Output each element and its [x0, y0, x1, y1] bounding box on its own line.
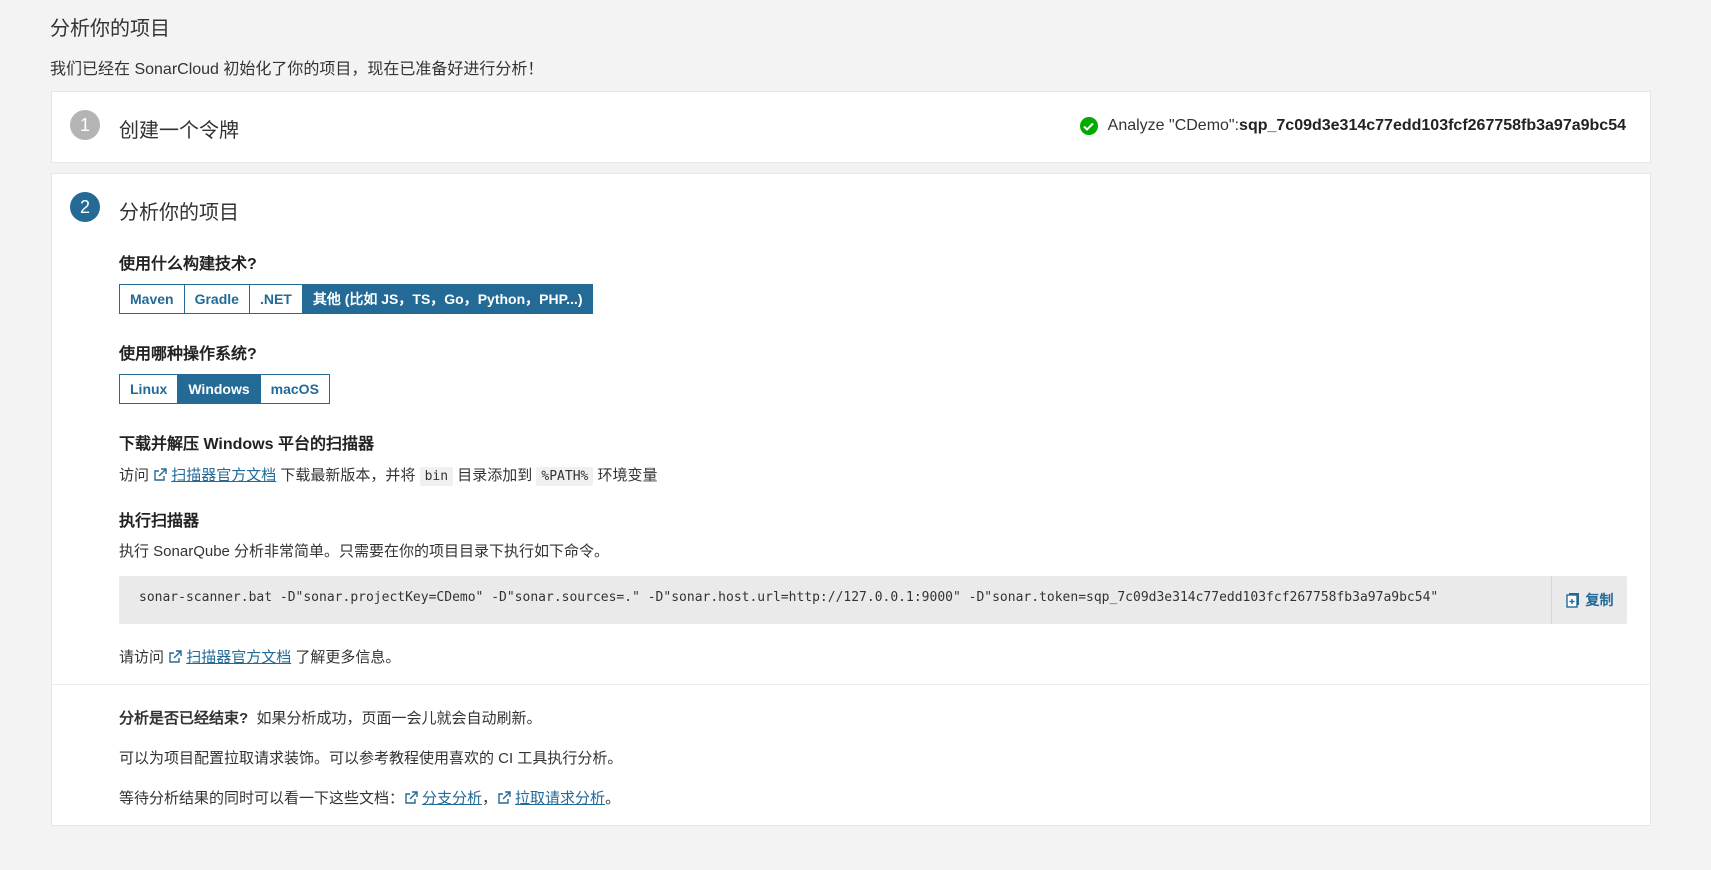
scanner-docs-link-2[interactable]: 扫描器官方文档 — [168, 649, 291, 666]
token-label: Analyze "CDemo": — [1107, 117, 1240, 134]
more-suffix: 了解更多信息。 — [295, 649, 401, 666]
os-toggle: Linux Windows macOS — [119, 374, 330, 404]
os-option-macos[interactable]: macOS — [259, 374, 330, 404]
step-1-title: 创建一个令牌 — [119, 120, 239, 142]
docs-separator: ， — [482, 790, 498, 807]
docs-line: 等待分析结果的同时可以看一下这些文档： 分支分析， 拉取请求分析。 — [119, 787, 620, 808]
check-circle-icon — [1079, 117, 1098, 135]
execute-title: 执行扫描器 — [119, 513, 200, 530]
step-2-number: 2 — [70, 192, 100, 222]
page-description: 我们已经在 SonarCloud 初始化了你的项目，现在已准备好进行分析！ — [50, 61, 544, 78]
more-info-line: 请访问 扫描器官方文档 了解更多信息。 — [119, 646, 400, 667]
page-header: 分析你的项目 我们已经在 SonarCloud 初始化了你的项目，现在已准备好进… — [50, 12, 543, 79]
external-link-icon — [169, 650, 182, 663]
os-option-linux[interactable]: Linux — [119, 374, 179, 404]
build-tech-toggle: Maven Gradle .NET 其他 (比如 JS，TS，Go，Python… — [119, 284, 594, 314]
docs-prefix: 等待分析结果的同时可以看一下这些文档： — [119, 790, 405, 807]
build-question: 使用什么构建技术? — [119, 256, 257, 273]
build-option-maven[interactable]: Maven — [119, 284, 185, 314]
done-text: 如果分析成功，页面一会儿就会自动刷新。 — [256, 710, 542, 727]
build-option-other[interactable]: 其他 (比如 JS，TS，Go，Python，PHP...) — [301, 284, 594, 314]
build-option-gradle[interactable]: Gradle — [183, 284, 250, 314]
scanner-command[interactable]: sonar-scanner.bat -D"sonar.projectKey=CD… — [139, 590, 1438, 605]
page-title: 分析你的项目 — [50, 18, 170, 40]
more-prefix: 请访问 — [119, 649, 165, 666]
analysis-done-line: 分析是否已经结束? 如果分析成功，页面一会儿就会自动刷新。 — [119, 707, 542, 728]
scanner-docs-link[interactable]: 扫描器官方文档 — [153, 467, 276, 484]
done-question: 分析是否已经结束? — [119, 710, 249, 727]
branch-analysis-link[interactable]: 分支分析 — [404, 790, 482, 807]
execute-description: 执行 SonarQube 分析非常简单。只需要在你的项目目录下执行如下命令。 — [119, 543, 610, 560]
download-prefix: 访问 — [119, 467, 150, 484]
external-link-icon — [498, 791, 511, 804]
copy-button[interactable]: 复制 — [1551, 576, 1627, 624]
pr-decoration-text: 可以为项目配置拉取请求装饰。可以参考教程使用喜欢的 CI 工具执行分析。 — [119, 750, 623, 767]
os-option-windows[interactable]: Windows — [177, 374, 261, 404]
download-middle-2: 目录添加到 — [457, 467, 533, 484]
external-link-icon — [154, 468, 167, 481]
token-value: sqp_7c09d3e314c77edd103fcf267758fb3a97a9… — [1239, 117, 1626, 134]
download-middle: 下载最新版本，并将 — [280, 467, 416, 484]
download-instructions: 访问 扫描器官方文档 下载最新版本，并将 bin 目录添加到 %PATH% 环境… — [119, 464, 658, 486]
section-divider — [52, 684, 1650, 685]
step-1-card: 1 创建一个令牌 Analyze "CDemo": sqp_7c09d3e314… — [51, 91, 1651, 163]
step-2-card: 2 分析你的项目 使用什么构建技术? Maven Gradle .NET 其他 … — [51, 173, 1651, 826]
step-2-title: 分析你的项目 — [119, 202, 239, 224]
os-question: 使用哪种操作系统? — [119, 346, 257, 363]
token-summary: Analyze "CDemo": sqp_7c09d3e314c77edd103… — [1079, 117, 1626, 135]
download-suffix: 环境变量 — [597, 467, 658, 484]
command-box: sonar-scanner.bat -D"sonar.projectKey=CD… — [119, 576, 1627, 624]
docs-end: 。 — [605, 790, 621, 807]
path-code: %PATH% — [536, 467, 594, 486]
build-option-dotnet[interactable]: .NET — [248, 284, 303, 314]
pull-request-analysis-link[interactable]: 拉取请求分析 — [497, 790, 605, 807]
external-link-icon — [405, 791, 418, 804]
step-1-number: 1 — [70, 110, 100, 140]
bin-code: bin — [419, 467, 454, 486]
download-title: 下载并解压 Windows 平台的扫描器 — [119, 436, 374, 453]
copy-icon — [1565, 593, 1579, 608]
